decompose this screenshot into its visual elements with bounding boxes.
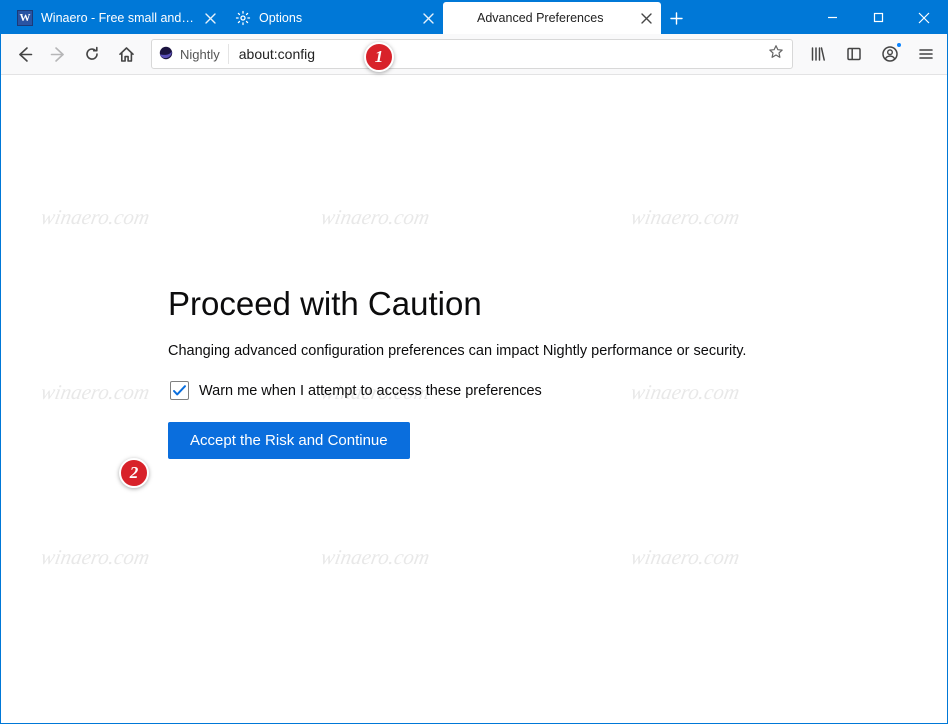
library-button[interactable] bbox=[801, 38, 835, 70]
bookmark-star-icon[interactable] bbox=[768, 44, 784, 65]
gear-icon bbox=[235, 10, 251, 26]
reload-button[interactable] bbox=[75, 38, 109, 70]
close-tab-icon[interactable] bbox=[420, 10, 437, 27]
tab-advanced-preferences[interactable]: Advanced Preferences bbox=[443, 2, 661, 34]
titlebar: W Winaero - Free small and usef… Options… bbox=[1, 1, 947, 34]
nav-toolbar: Nightly about:config bbox=[1, 34, 947, 75]
identity-box[interactable]: Nightly bbox=[158, 44, 229, 64]
tab-winaero[interactable]: W Winaero - Free small and usef… bbox=[7, 2, 225, 34]
notification-dot-icon bbox=[896, 42, 902, 48]
maximize-button[interactable] bbox=[855, 1, 901, 34]
close-tab-icon[interactable] bbox=[638, 10, 655, 27]
accept-risk-button[interactable]: Accept the Risk and Continue bbox=[168, 422, 410, 459]
forward-button[interactable] bbox=[41, 38, 75, 70]
url-text: about:config bbox=[239, 46, 315, 62]
identity-label: Nightly bbox=[180, 47, 220, 62]
tab-label: Winaero - Free small and usef… bbox=[41, 11, 194, 25]
browser-window: W Winaero - Free small and usef… Options… bbox=[0, 0, 948, 724]
page-content: winaero.com winaero.com winaero.com wina… bbox=[1, 75, 947, 723]
account-button[interactable] bbox=[873, 38, 907, 70]
nightly-icon bbox=[158, 45, 174, 64]
back-button[interactable] bbox=[7, 38, 41, 70]
tab-label: Advanced Preferences bbox=[477, 11, 630, 25]
tab-strip: W Winaero - Free small and usef… Options… bbox=[7, 1, 809, 34]
sidebar-button[interactable] bbox=[837, 38, 871, 70]
home-button[interactable] bbox=[109, 38, 143, 70]
page-description: Changing advanced configuration preferen… bbox=[168, 343, 780, 359]
new-tab-button[interactable] bbox=[661, 2, 691, 34]
caution-panel: Proceed with Caution Changing advanced c… bbox=[168, 285, 780, 723]
tab-options[interactable]: Options bbox=[225, 2, 443, 34]
minimize-button[interactable] bbox=[809, 1, 855, 34]
page-title: Proceed with Caution bbox=[168, 285, 780, 323]
url-bar[interactable]: Nightly about:config bbox=[151, 39, 793, 69]
close-tab-icon[interactable] bbox=[202, 10, 219, 27]
favicon-blank bbox=[453, 10, 469, 26]
app-menu-button[interactable] bbox=[909, 38, 943, 70]
close-window-button[interactable] bbox=[901, 1, 947, 34]
warn-checkbox-label[interactable]: Warn me when I attempt to access these p… bbox=[199, 383, 542, 399]
tab-label: Options bbox=[259, 11, 412, 25]
warn-checkbox[interactable] bbox=[170, 381, 189, 400]
annotation-badge-2: 2 bbox=[119, 458, 149, 488]
window-controls bbox=[809, 1, 947, 34]
favicon-winaero: W bbox=[17, 10, 33, 26]
annotation-badge-1: 1 bbox=[364, 42, 394, 72]
